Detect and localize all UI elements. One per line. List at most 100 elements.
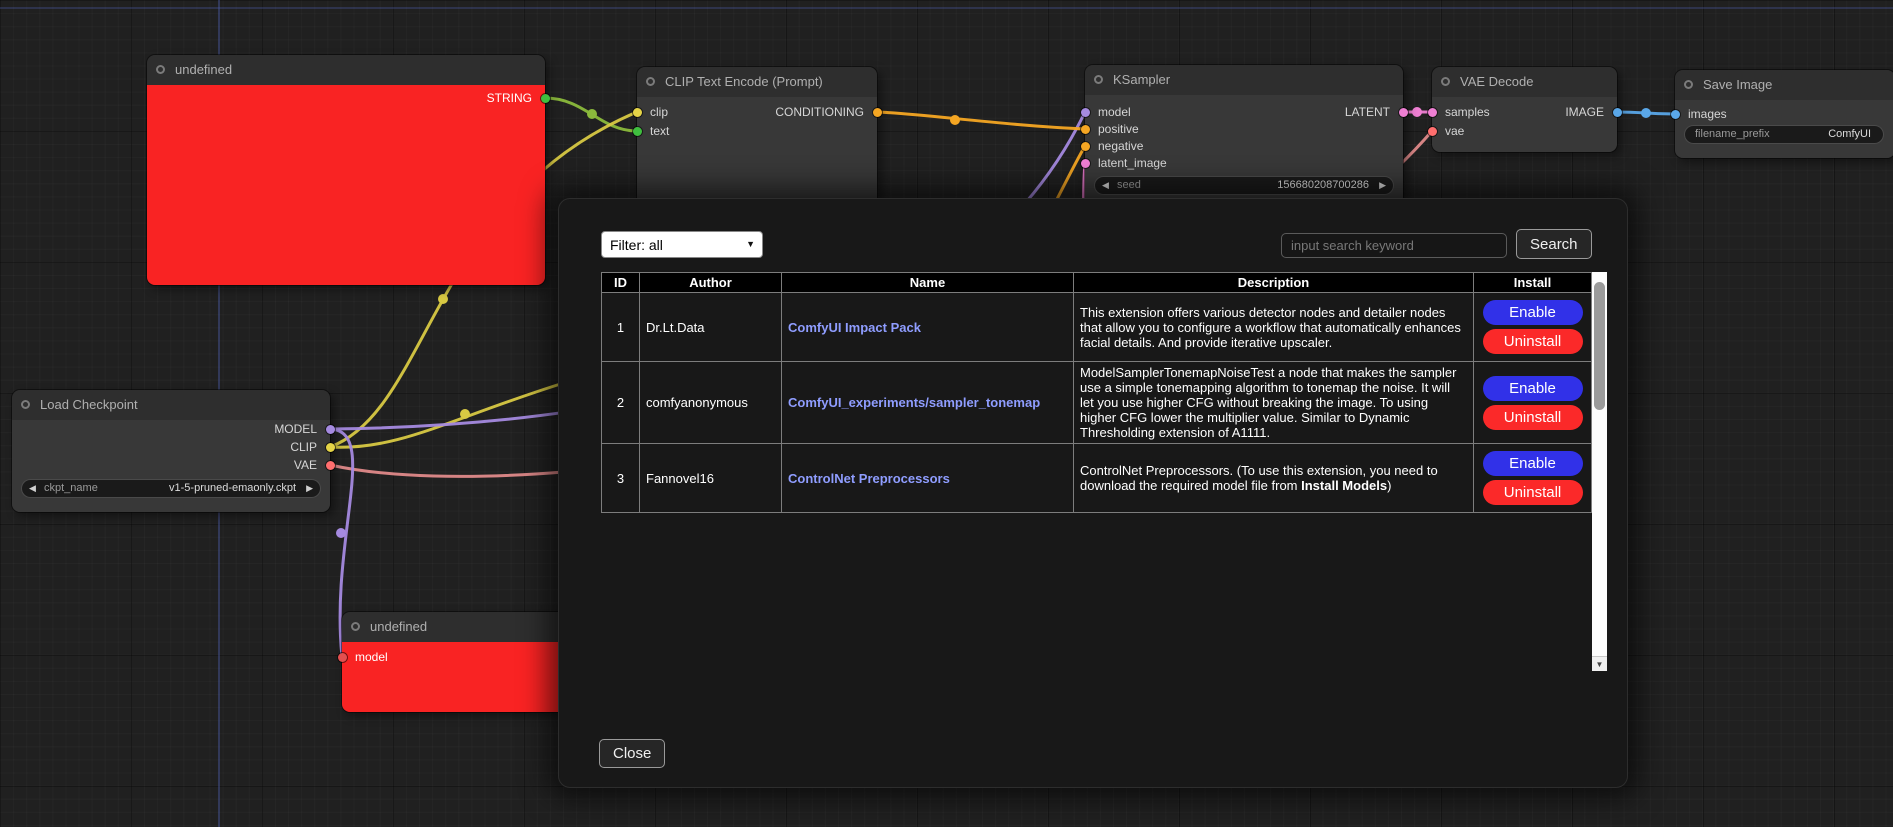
- collapse-dot-icon[interactable]: [1684, 80, 1693, 89]
- slot-dot-vae[interactable]: [326, 461, 335, 470]
- input-slot-latent-image: latent_image: [1098, 156, 1167, 170]
- custom-nodes-manager-dialog: Filter: all ▼ Search ID Author Name Desc…: [558, 198, 1628, 788]
- node-ksampler[interactable]: KSampler model positive negative latent_…: [1085, 65, 1403, 205]
- extension-link[interactable]: ComfyUI_experiments/sampler_tonemap: [788, 395, 1040, 410]
- slot-dot-negative[interactable]: [1081, 142, 1090, 151]
- node-title: VAE Decode: [1460, 74, 1533, 89]
- slot-dot-string[interactable]: [541, 94, 550, 103]
- enable-button[interactable]: Enable: [1483, 376, 1583, 401]
- slot-dot-model[interactable]: [326, 425, 335, 434]
- slot-dot-images[interactable]: [1671, 110, 1680, 119]
- step-left-icon[interactable]: ◀: [1102, 177, 1109, 193]
- widget-value: v1-5-pruned-emaonly.ckpt: [169, 480, 296, 496]
- canvas-axis-horizontal: [0, 7, 1893, 9]
- slot-dot-vae[interactable]: [1428, 127, 1437, 136]
- uninstall-button[interactable]: Uninstall: [1483, 329, 1583, 354]
- slot-dot-conditioning[interactable]: [873, 108, 882, 117]
- slot-dot-samples[interactable]: [1428, 108, 1437, 117]
- collapse-dot-icon[interactable]: [21, 400, 30, 409]
- input-slot-clip: clip: [650, 105, 668, 119]
- input-slot-images: images: [1688, 107, 1727, 121]
- output-slot-image: IMAGE: [1565, 105, 1604, 119]
- ckpt-name-widget[interactable]: ◀ ckpt_name v1-5-pruned-emaonly.ckpt ▶: [22, 480, 320, 497]
- collapse-dot-icon[interactable]: [156, 65, 165, 74]
- cell-author: Fannovel16: [640, 444, 782, 513]
- slot-dot-clip[interactable]: [326, 443, 335, 452]
- search-button[interactable]: Search: [1516, 229, 1592, 259]
- enable-button[interactable]: Enable: [1483, 451, 1583, 476]
- cell-description: ControlNet Preprocessors. (To use this e…: [1074, 444, 1474, 513]
- node-title: KSampler: [1113, 72, 1170, 87]
- node-title: undefined: [370, 619, 427, 634]
- slot-dot-model[interactable]: [1081, 108, 1090, 117]
- filename-prefix-widget[interactable]: filename_prefix ComfyUI: [1685, 126, 1883, 143]
- widget-label: ckpt_name: [44, 480, 98, 496]
- cell-id: 1: [602, 293, 640, 362]
- step-right-icon[interactable]: ▶: [306, 480, 313, 496]
- node-vae-decode[interactable]: VAE Decode samples vae IMAGE: [1432, 67, 1617, 152]
- slot-dot-model[interactable]: [338, 653, 347, 662]
- enable-button[interactable]: Enable: [1483, 300, 1583, 325]
- scrollbar-thumb[interactable]: [1594, 282, 1605, 410]
- input-slot-model: model: [1098, 105, 1131, 119]
- slot-dot-clip[interactable]: [633, 108, 642, 117]
- node-undefined-top[interactable]: undefined STRING: [147, 55, 545, 285]
- wire-dot: [1641, 108, 1651, 118]
- slot-dot-latent-image[interactable]: [1081, 159, 1090, 168]
- collapse-dot-icon[interactable]: [1094, 75, 1103, 84]
- search-input[interactable]: [1281, 233, 1507, 258]
- widget-label: seed: [1117, 177, 1141, 193]
- node-load-checkpoint[interactable]: Load Checkpoint MODEL CLIP VAE ◀ ckpt_na…: [12, 390, 330, 512]
- scroll-down-arrow-icon[interactable]: ▼: [1592, 656, 1607, 671]
- header-name: Name: [782, 273, 1074, 293]
- widget-value: 156680208700286: [1277, 177, 1369, 193]
- extension-link[interactable]: ControlNet Preprocessors: [788, 471, 950, 486]
- node-title: Load Checkpoint: [40, 397, 138, 412]
- wire-dot: [438, 294, 448, 304]
- input-slot-text: text: [650, 124, 669, 138]
- uninstall-button[interactable]: Uninstall: [1483, 405, 1583, 430]
- collapse-dot-icon[interactable]: [646, 77, 655, 86]
- input-slot-positive: positive: [1098, 122, 1139, 136]
- cell-name: ControlNet Preprocessors: [782, 444, 1074, 513]
- close-button[interactable]: Close: [599, 739, 665, 768]
- node-undefined-bottom[interactable]: undefined model: [342, 612, 582, 712]
- wire-string-to-text: [545, 98, 637, 131]
- collapse-dot-icon[interactable]: [351, 622, 360, 631]
- step-right-icon[interactable]: ▶: [1379, 177, 1386, 193]
- header-id: ID: [602, 273, 640, 293]
- header-author: Author: [640, 273, 782, 293]
- input-slot-vae: vae: [1445, 124, 1464, 138]
- output-slot-latent: LATENT: [1345, 105, 1390, 119]
- cell-install: Enable Uninstall: [1474, 293, 1592, 362]
- scrollbar[interactable]: ▼: [1592, 272, 1607, 671]
- seed-widget[interactable]: ◀ seed 156680208700286 ▶: [1095, 177, 1393, 194]
- slot-dot-positive[interactable]: [1081, 125, 1090, 134]
- wire-dot: [336, 528, 346, 538]
- uninstall-button[interactable]: Uninstall: [1483, 480, 1583, 505]
- wire-dot: [1412, 107, 1422, 117]
- filter-select[interactable]: Filter: all: [601, 231, 763, 258]
- output-slot-vae: VAE: [294, 458, 317, 472]
- cell-id: 3: [602, 444, 640, 513]
- slot-dot-text[interactable]: [633, 127, 642, 136]
- slot-dot-image[interactable]: [1613, 108, 1622, 117]
- collapse-dot-icon[interactable]: [1441, 77, 1450, 86]
- wire-image-to-images: [1617, 112, 1675, 114]
- wire-cond-positive: [877, 112, 1085, 129]
- extension-link[interactable]: ComfyUI Impact Pack: [788, 320, 921, 335]
- cell-description: This extension offers various detector n…: [1074, 293, 1474, 362]
- output-slot-string: STRING: [487, 91, 532, 105]
- table-row: 1 Dr.Lt.Data ComfyUI Impact Pack This ex…: [602, 293, 1592, 362]
- cell-author: comfyanonymous: [640, 362, 782, 444]
- slot-dot-latent[interactable]: [1399, 108, 1408, 117]
- table-header-row: ID Author Name Description Install: [602, 273, 1592, 293]
- cell-author: Dr.Lt.Data: [640, 293, 782, 362]
- step-left-icon[interactable]: ◀: [29, 480, 36, 496]
- wire-dot: [587, 109, 597, 119]
- widget-label: filename_prefix: [1695, 126, 1770, 142]
- comfyui-app: { "icons": { "chevron_down": "▼", "arrow…: [0, 0, 1893, 827]
- table-row: 3 Fannovel16 ControlNet Preprocessors Co…: [602, 444, 1592, 513]
- node-save-image[interactable]: Save Image images filename_prefix ComfyU…: [1675, 70, 1893, 158]
- header-install: Install: [1474, 273, 1592, 293]
